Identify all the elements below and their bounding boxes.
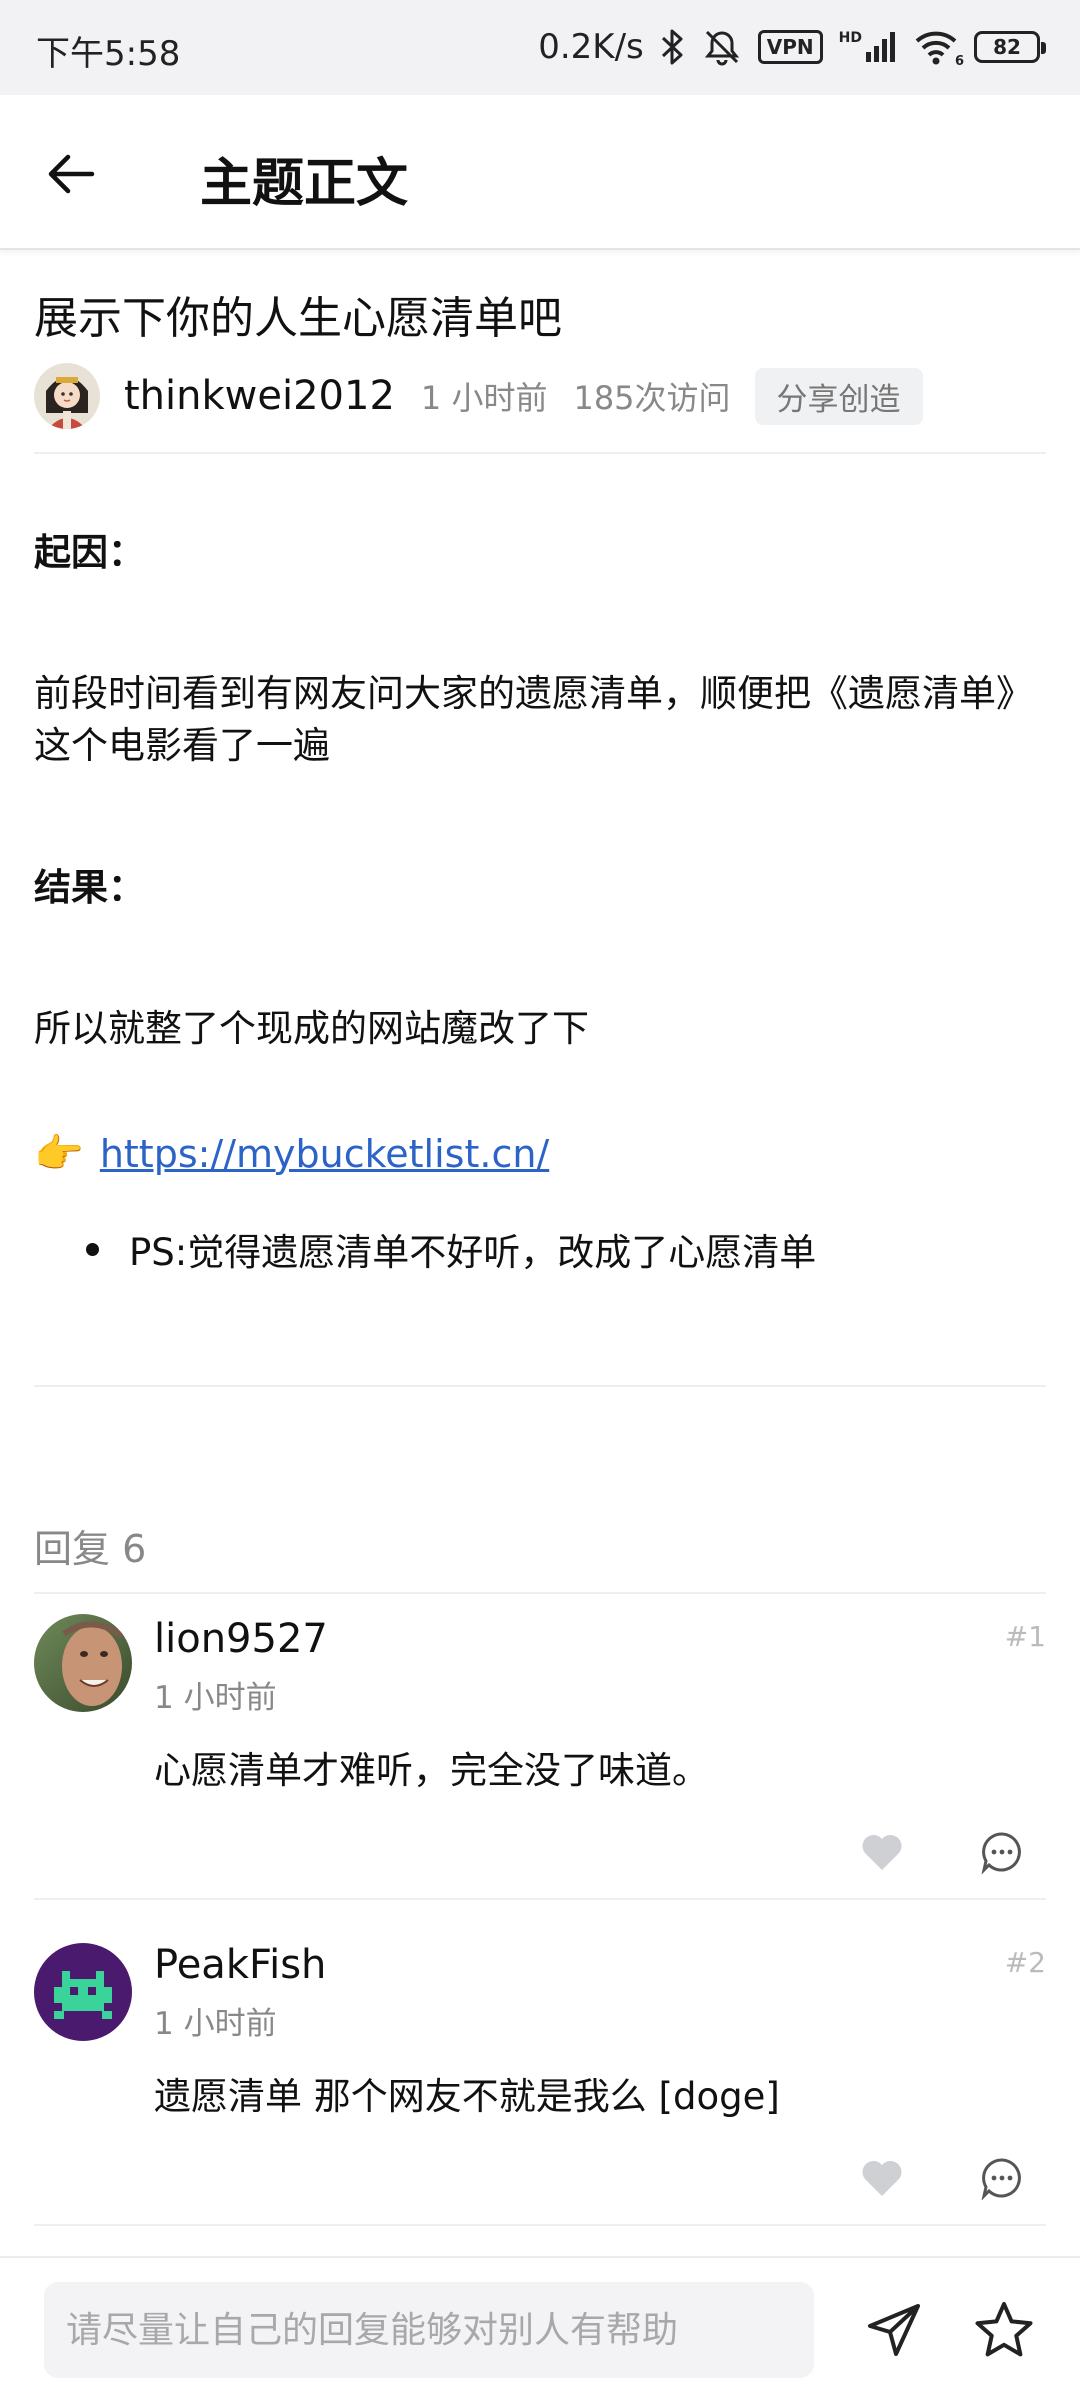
reply-username[interactable]: lion9527 [154,1616,328,1662]
star-icon [975,2302,1033,2357]
battery-icon: 82 [974,31,1046,63]
post-title: 展示下你的人生心愿清单吧 [34,293,562,344]
mute-icon [702,27,742,67]
status-icons: 0.2K/s VPN HD 6 82 [538,22,1046,72]
reply-avatar[interactable] [34,1943,132,2041]
app-bar: 主题正文 [0,95,1080,250]
header-divider [34,452,1046,454]
wifi-icon: 6 [914,29,964,69]
pointing-hand-icon: 👉 [34,1131,84,1177]
body-divider [34,1385,1046,1387]
back-button[interactable] [36,139,106,209]
vpn-icon: VPN [757,30,823,64]
arrow-left-icon [48,154,95,194]
comment-icon[interactable] [980,2156,1024,2201]
body-paragraph-1: 前段时间看到有网友问大家的遗愿清单，顺便把《遗愿清单》这个电影看了一遍 [34,672,1033,767]
signal-hd-label: HD [838,30,862,46]
reply-input[interactable] [44,2282,814,2378]
bluetooth-icon [660,28,686,66]
signal-icon: HD [839,30,898,64]
post-views: 185次访问 [573,379,731,417]
reply-username[interactable]: PeakFish [154,1942,326,1988]
reply-item: PeakFish 1 小时前 #2 遗愿清单 那个网友不就是我么 [doge] [0,1900,1080,2220]
reply-time: 1 小时前 [154,1680,277,1716]
status-time: 下午5:58 [36,34,181,74]
author-avatar[interactable] [34,363,100,429]
page-title: 主题正文 [200,154,409,214]
body-heading-result: 结果： [34,866,145,909]
reply-bar [0,2256,1080,2400]
bullet-text: PS:觉得遗愿清单不好听，改成了心愿清单 [129,1231,817,1274]
bullet-dot [86,1242,99,1256]
reply-content: 遗愿清单 那个网友不就是我么 [doge] [154,2075,780,2118]
link-line: 👉 https://mybucketlist.cn/ [34,1130,549,1177]
post-time: 1 小时前 [420,379,548,417]
wifi-6-label: 6 [954,54,964,69]
send-button[interactable] [858,2294,930,2366]
heart-icon[interactable] [860,2156,904,2200]
network-speed: 0.2K/s [538,27,644,67]
reply-count: 回复 6 [34,1527,147,1571]
post-tag[interactable]: 分享创造 [754,367,923,425]
reply-floor: #1 [1004,1620,1046,1653]
bullet-item: PS:觉得遗愿清单不好听，改成了心愿清单 [86,1222,816,1276]
reply-content: 心愿清单才难听，完全没了味道。 [154,1749,709,1792]
comment-icon[interactable] [980,1830,1024,1875]
reply-item: lion9527 1 小时前 #1 心愿清单才难听，完全没了味道。 [0,1594,1080,1894]
body-heading-cause: 起因： [34,531,145,574]
send-icon [868,2304,920,2356]
bucketlist-link[interactable]: https://mybucketlist.cn/ [100,1132,549,1176]
reply-avatar[interactable] [34,1614,132,1712]
author-name[interactable]: thinkwei2012 [124,373,395,419]
reply-divider [34,2224,1046,2226]
post-author-row: thinkwei2012 1 小时前 185次访问 分享创造 [34,362,1044,430]
favorite-button[interactable] [968,2294,1040,2366]
reply-time: 1 小时前 [154,2006,277,2042]
heart-icon[interactable] [860,1830,904,1874]
reply-floor: #2 [1004,1946,1046,1979]
status-bar: 下午5:58 0.2K/s VPN HD 6 82 [0,0,1080,95]
body-paragraph-2: 所以就整了个现成的网站魔改了下 [34,1007,589,1050]
